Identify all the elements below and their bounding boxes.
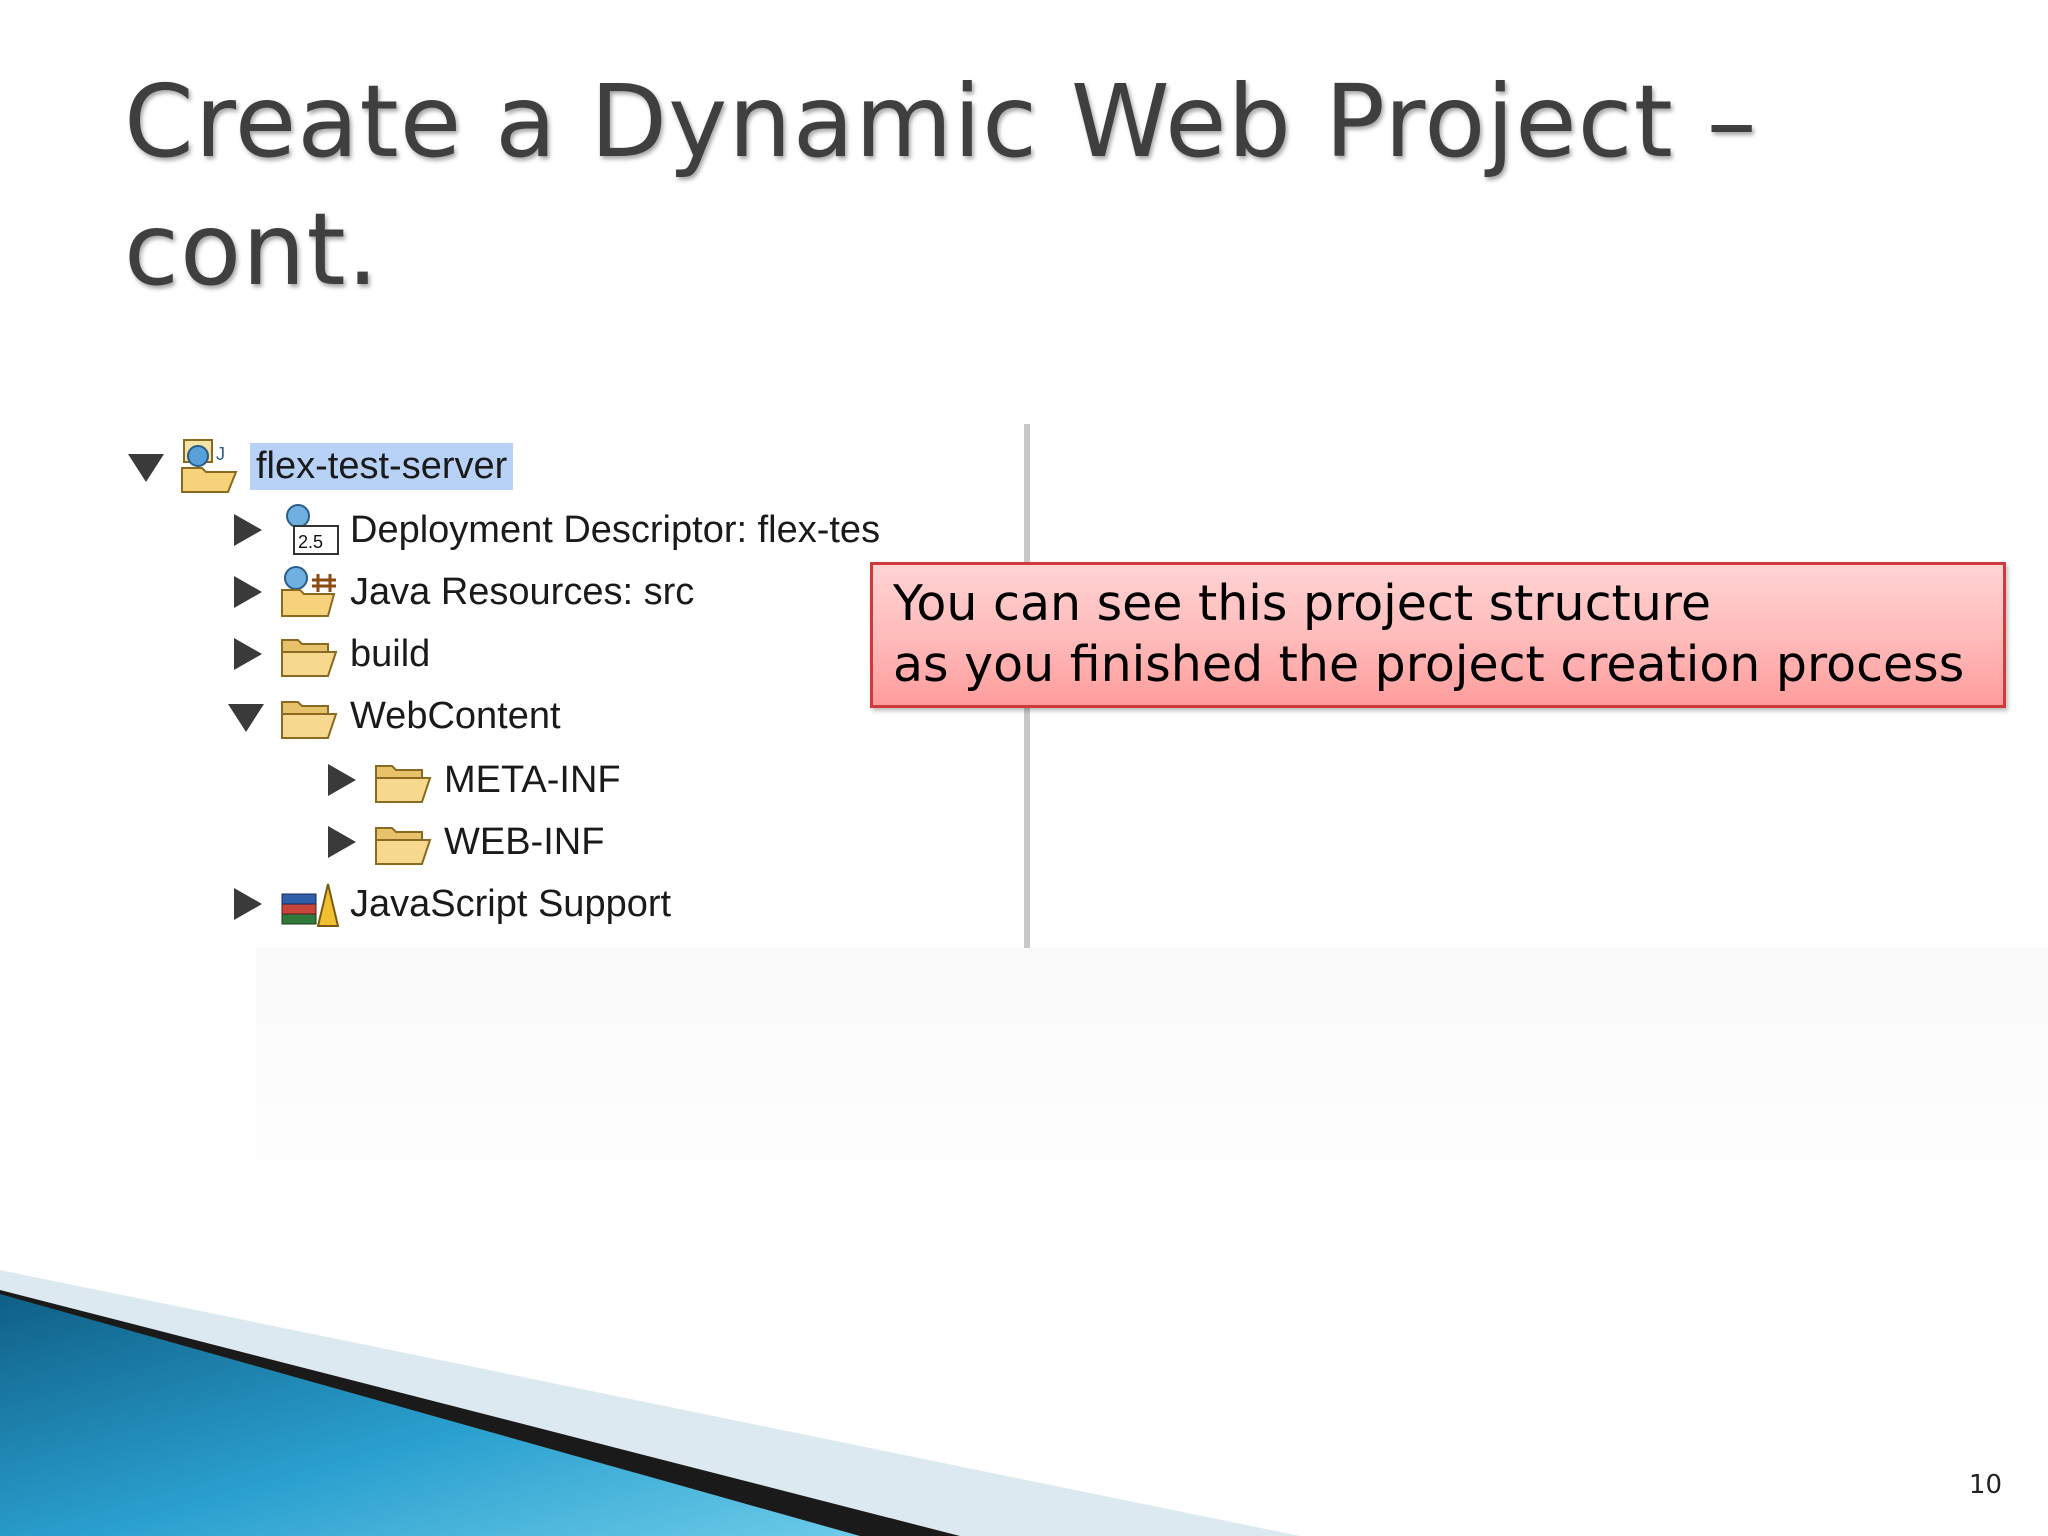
tree-item-label: Java Resources: src — [350, 570, 695, 613]
tree-item-java-resources[interactable]: Java Resources: src — [226, 564, 694, 620]
tree-item-label: flex-test-server — [250, 442, 514, 490]
folder-icon — [281, 639, 338, 677]
expand-toggle-icon[interactable] — [226, 634, 266, 674]
tree-item-flex-test-server[interactable]: J flex-test-server — [126, 438, 514, 494]
tree-item-label: JavaScript Support — [350, 882, 672, 925]
slide-title: Create a Dynamic Web Project – cont. — [124, 58, 1944, 314]
expand-toggle-icon[interactable] — [226, 884, 266, 924]
callout-line-2: as you finished the project creation pro… — [893, 636, 1965, 693]
tree-item-label: WEB-INF — [444, 820, 605, 863]
expand-toggle-icon[interactable] — [226, 696, 266, 736]
folder-icon — [375, 765, 432, 803]
tree-item-webcontent[interactable]: WebContent — [226, 688, 561, 744]
tree-item-label: WebContent — [350, 694, 561, 737]
slide-title-line-2: cont. — [124, 191, 380, 308]
screenshot-background — [256, 948, 2048, 1248]
tree-item-meta-inf[interactable]: META-INF — [320, 752, 621, 808]
folder-icon — [375, 827, 432, 865]
tree-item-label: META-INF — [444, 758, 621, 801]
deployment-descriptor-icon: 2.5 — [286, 504, 339, 555]
expand-toggle-icon[interactable] — [226, 572, 266, 612]
java-resources-icon — [281, 566, 336, 617]
expand-toggle-icon[interactable] — [320, 822, 360, 862]
page-number: 10 — [1968, 1470, 2002, 1500]
svg-text:J: J — [216, 444, 225, 464]
tree-item-javascript-support[interactable]: JavaScript Support — [226, 876, 671, 932]
tree-item-build[interactable]: build — [226, 626, 430, 682]
version-badge: 2.5 — [298, 532, 323, 552]
tree-item-label: Deployment Descriptor: flex-tes — [350, 508, 881, 551]
tree-item-web-inf[interactable]: WEB-INF — [320, 814, 604, 870]
folder-icon — [281, 701, 338, 739]
callout-line-1: You can see this project structure — [893, 575, 1712, 632]
tree-item-label: build — [350, 632, 431, 675]
expand-toggle-icon[interactable] — [226, 510, 266, 550]
slide-title-line-1: Create a Dynamic Web Project – — [124, 63, 1758, 180]
expand-toggle-icon[interactable] — [320, 760, 360, 800]
tree-item-deployment-descriptor[interactable]: 2.5 Deployment Descriptor: flex-tes — [226, 502, 880, 558]
annotation-callout: You can see this project structure as yo… — [870, 562, 2006, 708]
web-project-icon: J — [181, 439, 238, 493]
expand-toggle-icon[interactable] — [126, 446, 166, 486]
decorative-swoosh-shape — [0, 1270, 1300, 1536]
javascript-library-icon — [281, 883, 340, 927]
